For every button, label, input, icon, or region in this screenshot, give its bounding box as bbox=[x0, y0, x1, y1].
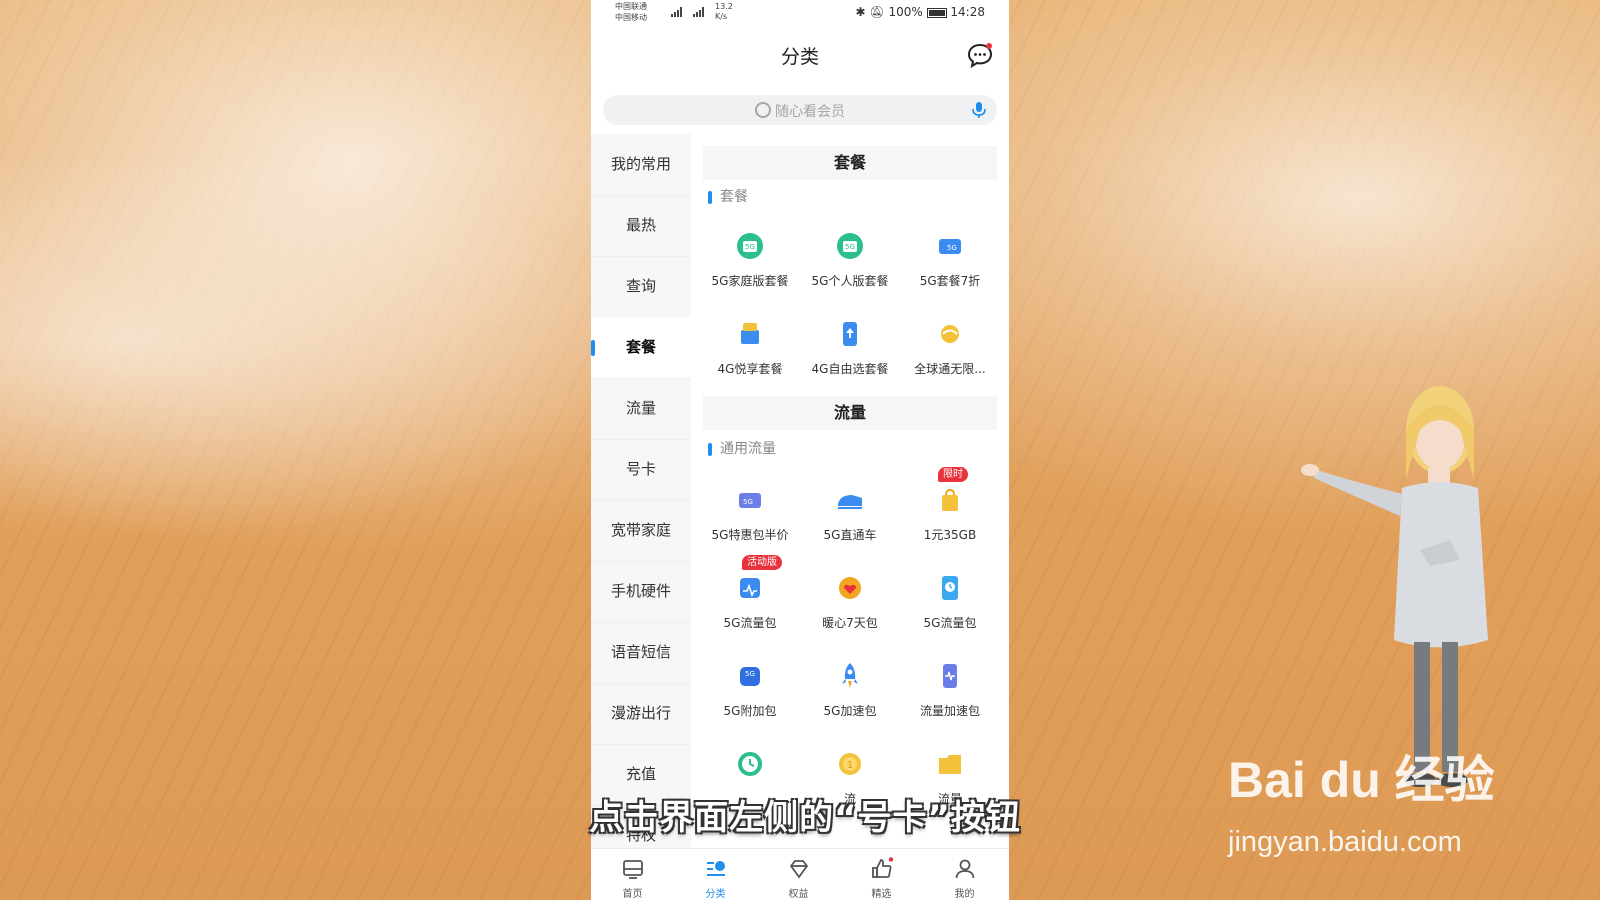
5g-personal-plan-icon: 5G bbox=[837, 233, 863, 259]
coin-icon: 1 bbox=[839, 753, 861, 775]
grid-item-5g-personal[interactable]: 5G 5G个人版套餐 bbox=[800, 226, 900, 304]
status-right: ✱ 🔕︎ 100% 14:28 bbox=[855, 5, 985, 19]
grid-item-warm-7day[interactable]: 暖心7天包 bbox=[800, 568, 900, 646]
grid-item-5g-data-pack-2[interactable]: 5G流量包 bbox=[900, 568, 1000, 646]
status-bar: 中国联通 中国移动 13.2 K/s ✱ 🔕︎ 100% 14:28 bbox=[591, 0, 1009, 24]
grid-item-1yuan-35gb[interactable]: 1元35GB 限时 bbox=[900, 467, 1000, 558]
clock-icon bbox=[738, 752, 762, 776]
limited-time-badge: 限时 bbox=[938, 467, 968, 482]
user-icon bbox=[955, 859, 975, 879]
section-title-plans: 套餐 bbox=[703, 146, 997, 180]
sidebar-item-sim-card[interactable]: 号卡 bbox=[591, 439, 691, 501]
baidu-jingyan-watermark: Bai du 经验 jingyan.baidu.com bbox=[1228, 740, 1528, 860]
grid-item-data-boost[interactable]: 流量加速包 bbox=[900, 656, 1000, 734]
thumbs-up-icon bbox=[872, 857, 894, 878]
train-icon bbox=[838, 495, 862, 509]
search-input[interactable]: 随心看会员 bbox=[603, 101, 997, 121]
signal-icon bbox=[671, 7, 704, 17]
sidebar-item-voice-sms[interactable]: 语音短信 bbox=[591, 622, 691, 684]
svg-text:5G: 5G bbox=[743, 498, 753, 506]
mute-icon: 🔕︎ bbox=[869, 5, 885, 19]
battery-icon bbox=[926, 7, 947, 18]
nav-category[interactable]: 分类 bbox=[674, 849, 757, 900]
5g-bag-icon: 5G bbox=[740, 667, 760, 686]
svg-text:1: 1 bbox=[847, 760, 853, 771]
phone-screen: 中国联通 中国移动 13.2 K/s ✱ 🔕︎ 100% 14:28 分类 随心… bbox=[591, 0, 1009, 900]
page-title: 分类 bbox=[780, 46, 819, 68]
battery-percent: 100% bbox=[888, 5, 923, 19]
nav-featured[interactable]: 精选 bbox=[840, 849, 923, 900]
watermark-url: jingyan.baidu.com bbox=[1228, 826, 1462, 858]
sidebar-item-roaming[interactable]: 漫游出行 bbox=[591, 683, 691, 745]
category-icon bbox=[707, 861, 725, 876]
search-icon bbox=[755, 102, 771, 118]
rocket-icon bbox=[842, 663, 858, 688]
folder-icon bbox=[939, 755, 961, 774]
tablet-clock-icon bbox=[942, 576, 958, 600]
grid-item-5g-data-pack[interactable]: 5G流量包 活动版 bbox=[700, 555, 800, 646]
subsection-title-general-data: 通用流量 bbox=[708, 440, 776, 458]
sidebar-item-data[interactable]: 流量 bbox=[591, 378, 691, 440]
grid-item-4g-free-choice[interactable]: 4G自由选套餐 bbox=[800, 314, 900, 392]
gift-box-icon bbox=[741, 323, 759, 344]
grid-item-5g-family[interactable]: 5G 5G家庭版套餐 bbox=[700, 226, 800, 304]
search-bar[interactable]: 随心看会员 bbox=[603, 95, 997, 125]
grid-item-5g-discount[interactable]: 5G 5G套餐7折 bbox=[900, 226, 1000, 304]
grid-item-5g-express[interactable]: 5G直通车 bbox=[800, 480, 900, 558]
grid-item-5g-addon[interactable]: 5G 5G附加包 bbox=[700, 656, 800, 734]
category-sidebar: 我的常用 最热 查询 套餐 流量 号卡 宽带家庭 手机硬件 语音短信 漫游出行 … bbox=[591, 134, 691, 848]
carrier-info: 中国联通 中国移动 bbox=[615, 2, 647, 22]
shopping-bag-icon bbox=[942, 488, 958, 511]
5g-card-icon: 5G bbox=[739, 493, 761, 508]
sidebar-item-broadband[interactable]: 宽带家庭 bbox=[591, 500, 691, 562]
chat-bubble-icon[interactable] bbox=[967, 42, 993, 68]
diamond-icon bbox=[789, 860, 809, 879]
5g-card-icon: 5G bbox=[939, 239, 961, 254]
activity-badge: 活动版 bbox=[742, 555, 782, 570]
grid-item-global-unlimited[interactable]: 全球通无限... bbox=[900, 314, 1000, 392]
nav-home[interactable]: 首页 bbox=[591, 849, 674, 900]
heart-gift-icon bbox=[839, 577, 861, 599]
svg-text:5G: 5G bbox=[745, 243, 755, 251]
sidebar-item-hottest[interactable]: 最热 bbox=[591, 195, 691, 257]
sidebar-item-plans[interactable]: 套餐 bbox=[591, 317, 691, 379]
svg-text:5G: 5G bbox=[745, 670, 755, 678]
section-title-data: 流量 bbox=[703, 396, 997, 430]
phone-pulse-icon bbox=[943, 664, 957, 688]
clock: 14:28 bbox=[950, 5, 985, 19]
home-icon bbox=[623, 860, 643, 879]
category-content: 套餐 套餐 5G 5G家庭版套餐 5G 5G个人版套餐 5G 5G套餐7折 4G… bbox=[691, 134, 1009, 848]
microphone-icon[interactable] bbox=[969, 100, 989, 120]
svg-text:5G: 5G bbox=[845, 243, 855, 251]
nav-benefits[interactable]: 权益 bbox=[757, 849, 840, 900]
monthly-data-icon bbox=[740, 578, 760, 598]
video-caption: 点击界面左侧的“号卡”按钮 bbox=[589, 798, 1021, 838]
bluetooth-icon: ✱ bbox=[855, 5, 866, 19]
5g-family-plan-icon: 5G bbox=[737, 233, 763, 259]
watermark-brand: Bai du 经验 bbox=[1228, 752, 1495, 808]
sidebar-item-query[interactable]: 查询 bbox=[591, 256, 691, 318]
grid-item-5g-half-price[interactable]: 5G 5G特惠包半价 bbox=[700, 480, 800, 558]
grid-item-4g-enjoy[interactable]: 4G悦享套餐 bbox=[700, 314, 800, 392]
grid-item-5g-boost[interactable]: 5G加速包 bbox=[800, 656, 900, 734]
subsection-title-plans: 套餐 bbox=[708, 188, 748, 206]
sidebar-item-frequent[interactable]: 我的常用 bbox=[591, 134, 691, 196]
bottom-navigation: 首页 分类 权益 精选 我的 bbox=[591, 848, 1009, 900]
title-bar: 分类 bbox=[591, 28, 1009, 80]
globe-coin-icon bbox=[941, 325, 959, 343]
network-speed: 13.2 K/s bbox=[715, 2, 733, 21]
phone-upload-icon bbox=[843, 322, 857, 346]
nav-mine[interactable]: 我的 bbox=[923, 849, 1006, 900]
sidebar-item-hardware[interactable]: 手机硬件 bbox=[591, 561, 691, 623]
svg-text:5G: 5G bbox=[947, 244, 957, 252]
